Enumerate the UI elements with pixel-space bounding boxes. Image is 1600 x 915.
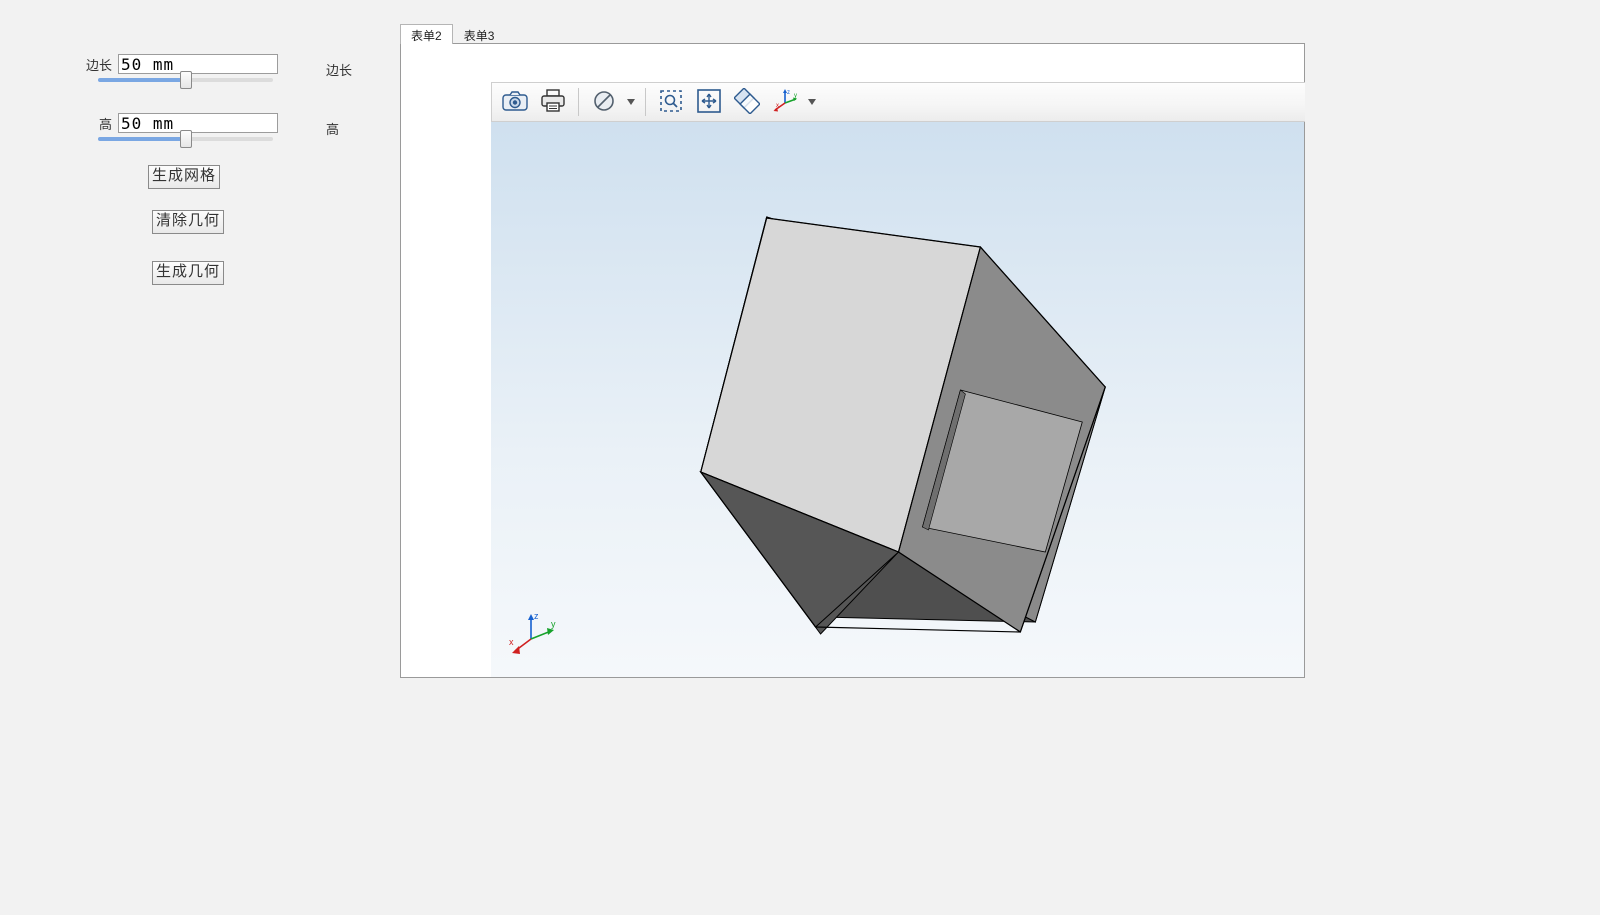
3d-view[interactable]: z y x bbox=[491, 122, 1304, 677]
tab-form-2[interactable]: 表单2 bbox=[400, 24, 453, 44]
clear-geometry-button[interactable]: 清除几何 bbox=[152, 210, 224, 234]
parameter-panel: 边长 边长 高 高 生成网格 清除几何 生成几何 bbox=[0, 0, 395, 915]
transparency-icon bbox=[734, 88, 760, 117]
height-slider[interactable] bbox=[98, 137, 273, 141]
no-entry-icon bbox=[592, 89, 616, 116]
geometry-render bbox=[491, 122, 1304, 677]
height-slider-thumb[interactable] bbox=[180, 130, 192, 148]
axis-z-label: z bbox=[534, 611, 539, 621]
camera-icon bbox=[502, 90, 528, 115]
edge-length-slider[interactable] bbox=[98, 78, 273, 82]
print-button[interactable] bbox=[536, 86, 570, 118]
hide-dropdown[interactable] bbox=[625, 99, 637, 105]
param-caption-height: 高 bbox=[326, 119, 339, 138]
tab-form-3[interactable]: 表单3 bbox=[453, 24, 506, 44]
axis-x-label: x bbox=[509, 637, 514, 647]
transparency-button[interactable] bbox=[730, 86, 764, 118]
param-label-height: 高 bbox=[80, 114, 112, 133]
height-input[interactable] bbox=[118, 113, 278, 133]
hide-button[interactable] bbox=[587, 86, 621, 118]
toolbar-separator bbox=[645, 88, 646, 116]
snapshot-button[interactable] bbox=[498, 86, 532, 118]
printer-icon bbox=[540, 89, 566, 116]
svg-text:y: y bbox=[794, 93, 797, 99]
zoom-extents-icon bbox=[696, 88, 722, 117]
viewport-toolbar: z y x bbox=[491, 82, 1305, 122]
zoom-box-button[interactable] bbox=[654, 86, 688, 118]
svg-text:x: x bbox=[776, 103, 779, 109]
orientation-triad: z y x bbox=[509, 609, 559, 659]
generate-geometry-button[interactable]: 生成几何 bbox=[152, 261, 224, 285]
view-orientation-button[interactable]: z y x bbox=[768, 86, 802, 118]
param-label-edge-length: 边长 bbox=[80, 55, 112, 74]
viewport-frame: z y x bbox=[400, 43, 1305, 678]
edge-length-input[interactable] bbox=[118, 54, 278, 74]
form-tabs: 表单2 表单3 bbox=[400, 24, 505, 44]
edge-length-slider-thumb[interactable] bbox=[180, 71, 192, 89]
toolbar-separator bbox=[578, 88, 579, 116]
zoom-box-icon bbox=[658, 88, 684, 117]
viewport-left-gutter bbox=[401, 82, 491, 677]
svg-text:z: z bbox=[787, 90, 790, 96]
axes-icon: z y x bbox=[772, 88, 798, 117]
generate-mesh-button[interactable]: 生成网格 bbox=[148, 165, 220, 189]
axis-y-label: y bbox=[551, 619, 556, 629]
zoom-extents-button[interactable] bbox=[692, 86, 726, 118]
param-caption-edge-length: 边长 bbox=[326, 60, 352, 79]
view-orientation-dropdown[interactable] bbox=[806, 99, 818, 105]
